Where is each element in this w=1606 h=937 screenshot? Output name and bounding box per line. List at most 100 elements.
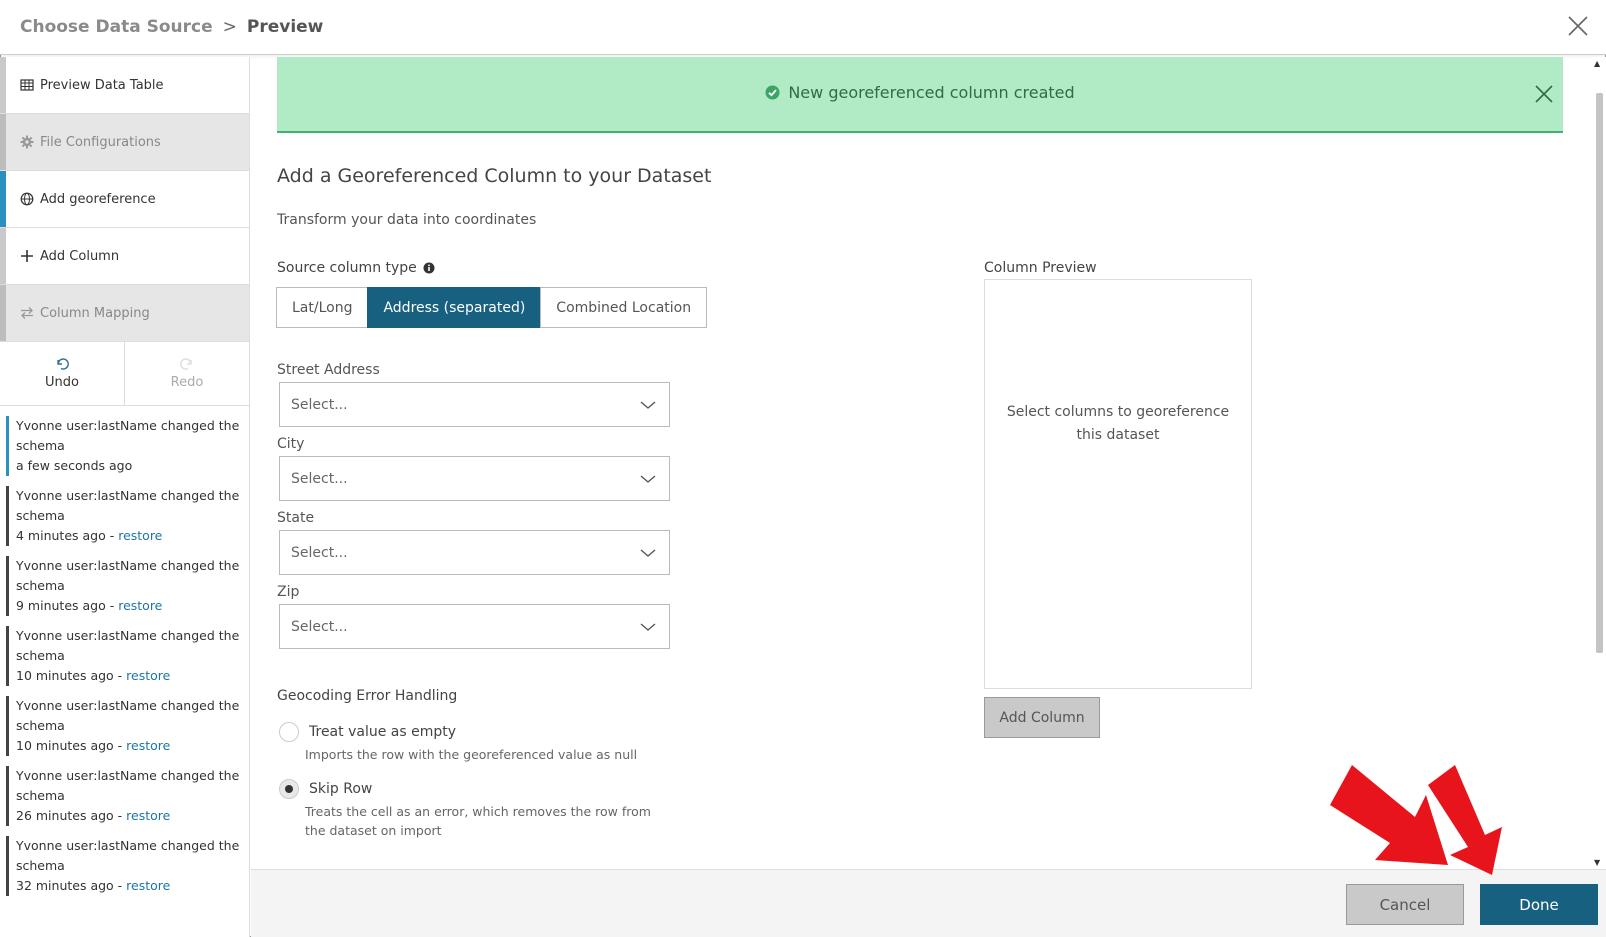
- history-item: Yvonne user:lastName changed the schema …: [0, 696, 249, 766]
- sidebar: Preview Data Table File Configurations A…: [0, 57, 250, 937]
- geocoding-error-handling-title: Geocoding Error Handling: [277, 688, 458, 704]
- breadcrumb: Choose Data Source > Preview: [20, 17, 323, 37]
- radio-button[interactable]: [279, 722, 299, 742]
- undo-icon: [57, 358, 69, 370]
- state-label: State: [277, 510, 315, 526]
- schema-history-list: Yvonne user:lastName changed the schema …: [0, 406, 249, 906]
- close-icon[interactable]: [1566, 14, 1590, 38]
- source-column-type-text: Source column type: [277, 260, 417, 276]
- state-select[interactable]: Select...: [279, 530, 670, 575]
- radio-description: Treats the cell as an error, which remov…: [305, 804, 651, 838]
- sidebar-item-label: File Configurations: [40, 134, 161, 150]
- history-time: 4 minutes ago -: [16, 528, 119, 543]
- chevron-down-icon: [640, 623, 656, 631]
- history-time: 10 minutes ago -: [16, 668, 127, 683]
- restore-link[interactable]: restore: [126, 668, 170, 683]
- radio-skip-row[interactable]: Skip Row: [279, 779, 372, 799]
- sidebar-item-add-georeference[interactable]: Add georeference: [0, 171, 249, 228]
- source-type-lat-long[interactable]: Lat/Long: [276, 287, 369, 328]
- city-select[interactable]: Select...: [279, 456, 670, 501]
- history-time: 9 minutes ago -: [16, 598, 119, 613]
- breadcrumb-current: Preview: [246, 17, 324, 37]
- zip-select[interactable]: Select...: [279, 604, 670, 649]
- history-item: Yvonne user:lastName changed the schema …: [0, 836, 249, 906]
- history-time: 26 minutes ago -: [16, 808, 127, 823]
- sidebar-item-label: Add Column: [40, 248, 120, 264]
- chevron-down-icon: [640, 401, 656, 409]
- sidebar-item-label: Preview Data Table: [40, 77, 164, 93]
- history-text: Yvonne user:lastName changed the schema: [16, 768, 240, 803]
- radio-button[interactable]: [279, 779, 299, 799]
- source-type-combined-location[interactable]: Combined Location: [540, 287, 708, 328]
- modal-footer: Cancel Done: [251, 869, 1606, 937]
- restore-link[interactable]: restore: [126, 808, 170, 823]
- page-subtitle: Transform your data into coordinates: [277, 212, 537, 228]
- history-time: a few seconds ago: [16, 458, 133, 473]
- city-label: City: [277, 436, 305, 452]
- restore-link[interactable]: restore: [126, 738, 170, 753]
- scroll-thumb[interactable]: [1596, 93, 1603, 653]
- swap-icon: [20, 306, 34, 320]
- main-panel: New georeferenced column created Add a G…: [251, 57, 1591, 869]
- table-icon: [20, 78, 34, 92]
- radio-treat-empty[interactable]: Treat value as empty: [279, 722, 456, 742]
- history-item: Yvonne user:lastName changed the schema …: [0, 766, 249, 836]
- history-text: Yvonne user:lastName changed the schema: [16, 418, 240, 453]
- info-icon[interactable]: [423, 262, 435, 274]
- select-placeholder: Select...: [291, 396, 348, 413]
- history-item: Yvonne user:lastName changed the schema …: [0, 416, 249, 486]
- restore-link[interactable]: restore: [118, 598, 162, 613]
- history-time: 32 minutes ago -: [16, 878, 127, 893]
- history-text: Yvonne user:lastName changed the schema: [16, 698, 240, 733]
- add-column-button[interactable]: Add Column: [984, 697, 1100, 738]
- redo-icon: [180, 358, 192, 370]
- source-column-type-label: Source column type: [277, 260, 435, 276]
- source-type-toggle: Lat/Long Address (separated) Combined Lo…: [276, 287, 708, 328]
- history-item: Yvonne user:lastName changed the schema …: [0, 626, 249, 696]
- history-text: Yvonne user:lastName changed the schema: [16, 558, 240, 593]
- history-item: Yvonne user:lastName changed the schema …: [0, 556, 249, 626]
- zip-label: Zip: [277, 584, 300, 600]
- banner-close-icon[interactable]: [1533, 83, 1555, 105]
- globe-icon: [20, 192, 34, 206]
- page-title: Add a Georeferenced Column to your Datas…: [277, 165, 712, 187]
- sidebar-item-column-mapping[interactable]: Column Mapping: [0, 285, 249, 342]
- select-placeholder: Select...: [291, 544, 348, 561]
- sidebar-item-preview-data-table[interactable]: Preview Data Table: [0, 57, 249, 114]
- cancel-button[interactable]: Cancel: [1346, 884, 1464, 925]
- select-placeholder: Select...: [291, 470, 348, 487]
- chevron-down-icon: [640, 549, 656, 557]
- success-banner: New georeferenced column created: [277, 57, 1563, 133]
- modal-header: Choose Data Source > Preview: [0, 0, 1606, 55]
- done-button[interactable]: Done: [1480, 884, 1598, 925]
- sidebar-item-file-configurations[interactable]: File Configurations: [0, 114, 249, 171]
- redo-label: Redo: [170, 375, 204, 390]
- select-placeholder: Select...: [291, 618, 348, 635]
- breadcrumb-parent[interactable]: Choose Data Source: [20, 17, 213, 37]
- history-text: Yvonne user:lastName changed the schema: [16, 628, 240, 663]
- radio-label: Treat value as empty: [309, 724, 456, 740]
- scroll-down-icon[interactable]: ▼: [1594, 858, 1600, 867]
- history-text: Yvonne user:lastName changed the schema: [16, 838, 240, 873]
- radio-label: Skip Row: [309, 781, 373, 797]
- restore-link[interactable]: restore: [126, 878, 170, 893]
- undo-redo-bar: Undo Redo: [0, 342, 249, 406]
- scroll-up-icon[interactable]: ▲: [1594, 59, 1600, 68]
- banner-message: New georeferenced column created: [788, 83, 1075, 102]
- restore-link[interactable]: restore: [118, 528, 162, 543]
- sidebar-item-add-column[interactable]: Add Column: [0, 228, 249, 285]
- undo-button[interactable]: Undo: [0, 342, 125, 405]
- street-address-select[interactable]: Select...: [279, 382, 670, 427]
- history-time: 10 minutes ago -: [16, 738, 127, 753]
- redo-button[interactable]: Redo: [125, 342, 249, 405]
- sidebar-item-label: Column Mapping: [40, 305, 150, 321]
- breadcrumb-separator: >: [222, 17, 237, 37]
- main-scrollbar[interactable]: ▲ ▼: [1591, 57, 1606, 869]
- chevron-down-icon: [640, 475, 656, 483]
- history-text: Yvonne user:lastName changed the schema: [16, 488, 240, 523]
- check-circle-icon: [765, 85, 780, 100]
- history-item: Yvonne user:lastName changed the schema …: [0, 486, 249, 556]
- undo-label: Undo: [45, 375, 79, 390]
- plus-icon: [20, 249, 34, 263]
- source-type-address-separated[interactable]: Address (separated): [367, 287, 542, 328]
